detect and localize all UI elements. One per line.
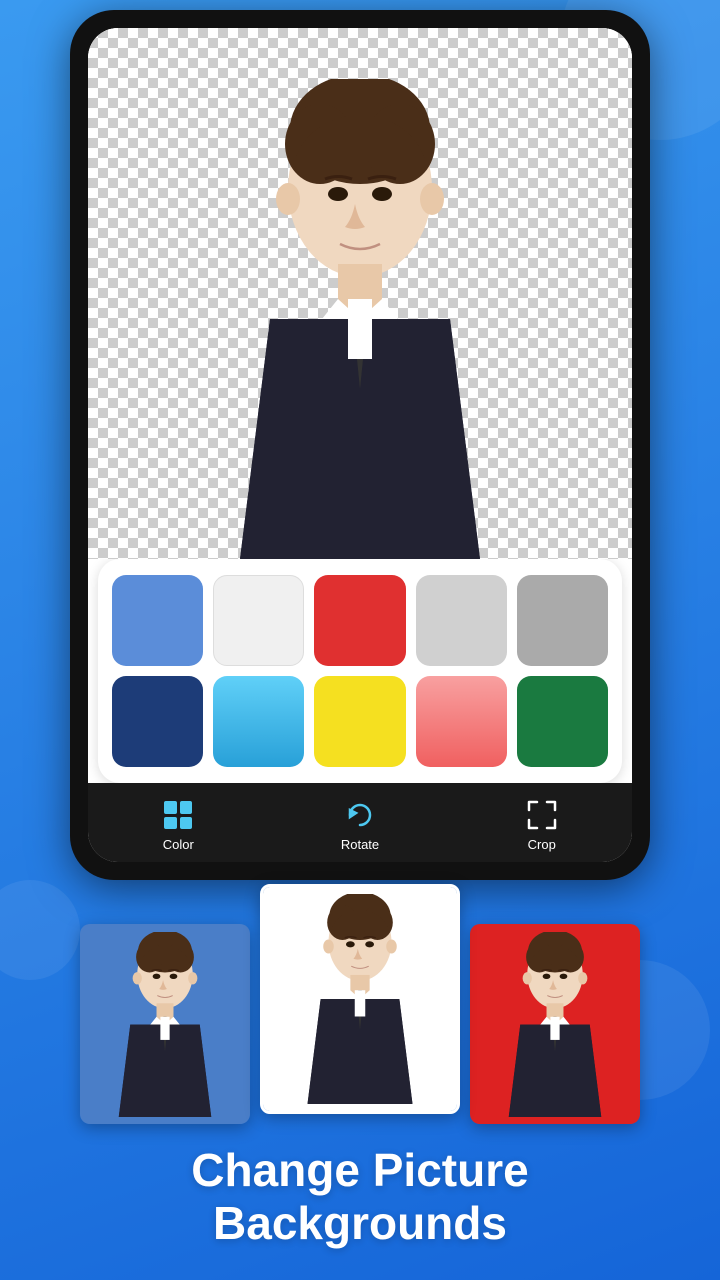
photo-area (88, 28, 632, 559)
color-tool[interactable]: Color (160, 797, 196, 852)
crop-label: Crop (528, 837, 556, 852)
swatch-sky-blue[interactable] (213, 676, 304, 767)
toolbar: Color Rotate (88, 783, 632, 862)
bottom-section: Change Picture Backgrounds (0, 884, 720, 1280)
person-image (190, 79, 530, 559)
color-palette (98, 559, 622, 783)
color-icon (160, 797, 196, 833)
swatch-gray[interactable] (517, 575, 608, 666)
preview-row (0, 884, 720, 1124)
swatch-yellow[interactable] (314, 676, 405, 767)
preview-blue[interactable] (80, 924, 250, 1124)
preview-red[interactable] (470, 924, 640, 1124)
swatch-pink[interactable] (416, 676, 507, 767)
headline-line2: Backgrounds (213, 1197, 507, 1249)
preview-white[interactable] (260, 884, 460, 1114)
rotate-label: Rotate (341, 837, 379, 852)
swatch-light-gray[interactable] (416, 575, 507, 666)
swatch-white[interactable] (213, 575, 304, 666)
swatch-red[interactable] (314, 575, 405, 666)
swatch-dark-blue[interactable] (112, 676, 203, 767)
swatch-green[interactable] (517, 676, 608, 767)
rotate-tool[interactable]: Rotate (341, 797, 379, 852)
rotate-icon (342, 797, 378, 833)
color-label: Color (163, 837, 194, 852)
crop-tool[interactable]: Crop (524, 797, 560, 852)
phone-mockup: Color Rotate (70, 10, 650, 880)
headline: Change Picture Backgrounds (0, 1144, 720, 1250)
headline-line1: Change Picture (191, 1144, 528, 1196)
phone-screen: Color Rotate (88, 28, 632, 862)
crop-icon (524, 797, 560, 833)
swatch-blue[interactable] (112, 575, 203, 666)
